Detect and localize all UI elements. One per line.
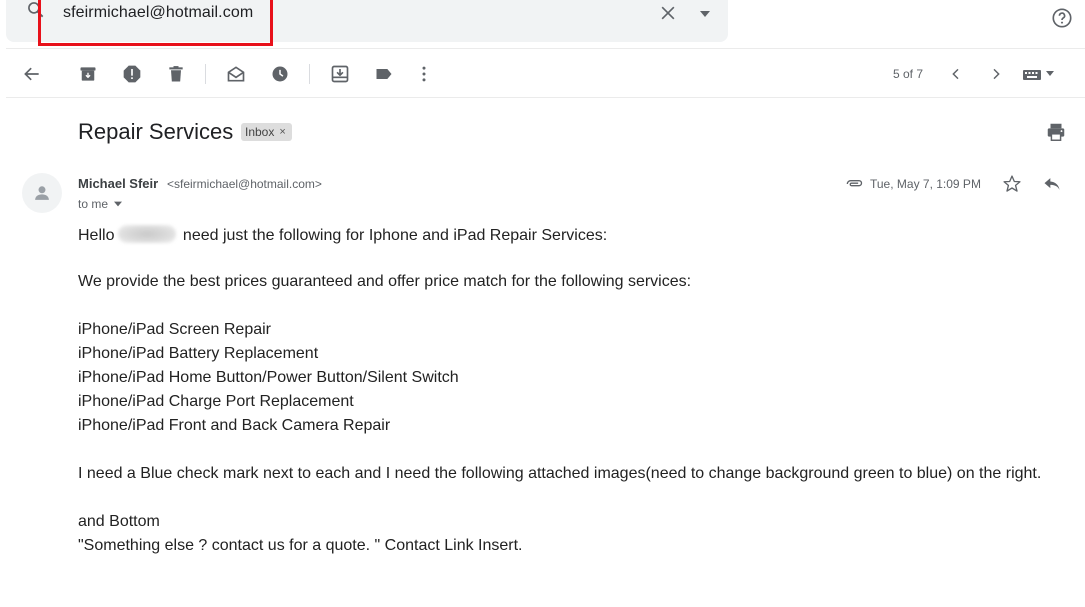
recipient-details[interactable]: to me [78,197,123,211]
redacted-name [118,225,177,243]
email-date: Tue, May 7, 1:09 PM [870,177,981,191]
move-to-icon[interactable] [328,62,352,86]
delete-icon[interactable] [164,62,188,86]
service-item: iPhone/iPad Screen Repair [78,321,272,338]
toolbar-separator [309,64,310,84]
body-greeting: Hello need just the following for Iphone… [78,225,607,245]
chevron-down-icon[interactable] [114,201,123,207]
service-item: iPhone/iPad Front and Back Camera Repair [78,417,391,434]
recipient-label: to me [78,197,109,211]
close-icon[interactable] [658,3,678,23]
label-chip-text: Inbox [245,125,275,139]
chevron-right-icon[interactable] [984,62,1008,86]
help-icon[interactable] [1051,7,1073,29]
sender-name[interactable]: Michael Sfeir [78,176,158,191]
greeting-rest: need just the following for Iphone and i… [182,227,608,244]
attachment-icon [846,180,863,187]
avatar[interactable] [22,173,62,213]
star-icon[interactable] [1002,174,1022,194]
greeting-text: Hello [78,227,115,244]
snooze-icon[interactable] [268,62,292,86]
chevron-left-icon[interactable] [944,62,968,86]
body-paragraph: We provide the best prices guaranteed an… [78,273,692,290]
archive-icon[interactable] [76,62,100,86]
body-paragraph: I need a Blue check mark next to each an… [78,465,1042,482]
toolbar-separator [205,64,206,84]
label-remove-icon[interactable]: × [279,123,285,141]
keyboard-icon[interactable] [1022,62,1058,86]
service-item: iPhone/iPad Charge Port Replacement [78,393,354,410]
avatar-icon [35,186,49,200]
report-spam-icon[interactable] [120,62,144,86]
more-vert-icon[interactable] [412,62,436,86]
label-icon[interactable] [372,62,396,86]
body-paragraph: "Something else ? contact us for a quote… [78,537,523,554]
highlight-box [38,0,273,46]
print-icon[interactable] [1045,121,1067,143]
sender-email: <sfeirmichael@hotmail.com> [167,177,322,191]
service-item: iPhone/iPad Home Button/Power Button/Sil… [78,369,459,386]
label-chip-inbox[interactable]: Inbox × [241,123,292,141]
dropdown-icon[interactable] [696,8,714,20]
back-arrow-icon[interactable] [20,62,44,86]
body-paragraph: and Bottom [78,513,160,530]
divider [6,48,1085,49]
service-item: iPhone/iPad Battery Replacement [78,345,319,362]
mark-unread-icon[interactable] [224,62,248,86]
divider [6,97,1085,98]
page-count: 5 of 7 [893,67,924,81]
email-subject: Repair Services [78,119,234,144]
reply-icon[interactable] [1041,174,1063,194]
